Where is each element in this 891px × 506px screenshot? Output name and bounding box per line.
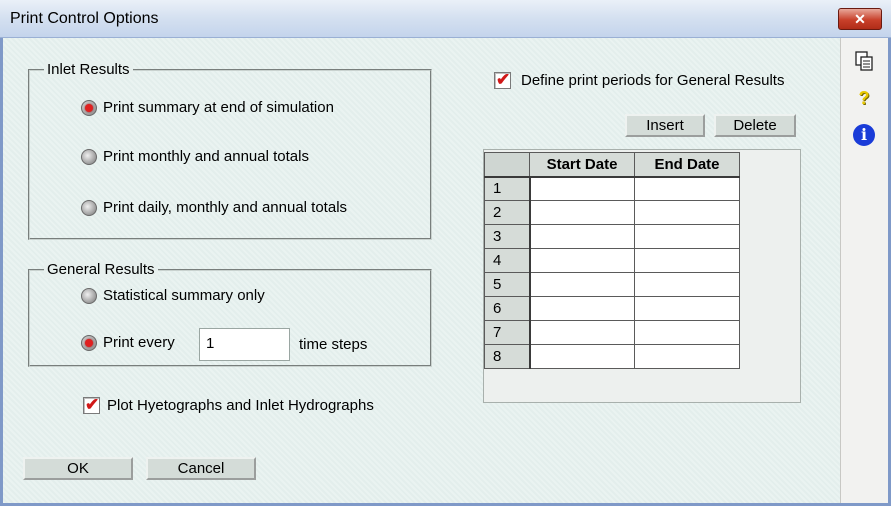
print-periods-grid: Start Date End Date 1 2 3 4 5 6 7 8	[483, 149, 801, 403]
help-icon[interactable]: ?	[848, 88, 880, 109]
row-header[interactable]: 5	[484, 272, 531, 297]
end-date-header[interactable]: End Date	[634, 152, 740, 178]
start-date-cell[interactable]	[529, 248, 635, 273]
radio-unselected-icon	[81, 148, 97, 165]
print-control-options-window: Print Control Options ✕ Inlet Results Pr…	[0, 0, 891, 506]
end-date-cell[interactable]	[634, 176, 740, 201]
start-date-cell[interactable]	[529, 272, 635, 297]
general-results-title: General Results	[44, 261, 158, 278]
end-date-cell[interactable]	[634, 224, 740, 249]
close-button[interactable]: ✕	[838, 8, 882, 30]
grid-corner[interactable]	[484, 152, 530, 178]
delete-button[interactable]: Delete	[714, 114, 796, 137]
checkmark-icon	[83, 395, 100, 415]
radio-print-every-label: Print every	[103, 334, 175, 351]
info-icon[interactable]: i	[848, 124, 880, 146]
radio-statistical-summary[interactable]: Statistical summary only	[81, 287, 265, 304]
start-date-cell[interactable]	[529, 224, 635, 249]
row-header[interactable]: 1	[484, 176, 531, 201]
radio-print-daily[interactable]: Print daily, monthly and annual totals	[81, 199, 347, 216]
ok-button[interactable]: OK	[23, 457, 133, 480]
radio-print-summary-label: Print summary at end of simulation	[103, 99, 334, 116]
checkmark-icon	[494, 70, 511, 90]
end-date-cell[interactable]	[634, 272, 740, 297]
table-header-row: Start Date End Date	[484, 152, 740, 178]
table-row: 8	[484, 344, 740, 369]
info-icon-glyph: i	[853, 124, 875, 146]
row-header[interactable]: 7	[484, 320, 531, 345]
define-print-periods-checkbox[interactable]: Define print periods for General Results	[494, 70, 785, 90]
table-row: 4	[484, 248, 740, 273]
title-bar[interactable]: Print Control Options ✕	[0, 0, 891, 38]
table-row: 6	[484, 296, 740, 321]
radio-statistical-summary-label: Statistical summary only	[103, 287, 265, 304]
start-date-cell[interactable]	[529, 176, 635, 201]
radio-selected-icon	[81, 334, 97, 351]
row-header[interactable]: 3	[484, 224, 531, 249]
start-date-cell[interactable]	[529, 344, 635, 369]
radio-print-summary[interactable]: Print summary at end of simulation	[81, 99, 334, 116]
row-header[interactable]: 6	[484, 296, 531, 321]
copy-icon[interactable]	[848, 50, 880, 74]
table-row: 1	[484, 176, 740, 201]
table-row: 2	[484, 200, 740, 225]
plot-hyetographs-label: Plot Hyetographs and Inlet Hydrographs	[107, 397, 374, 414]
radio-unselected-icon	[81, 199, 97, 216]
end-date-cell[interactable]	[634, 344, 740, 369]
start-date-header[interactable]: Start Date	[529, 152, 635, 178]
window-title: Print Control Options	[10, 10, 159, 27]
radio-print-monthly[interactable]: Print monthly and annual totals	[81, 148, 309, 165]
print-periods-table: Start Date End Date 1 2 3 4 5 6 7 8	[484, 152, 740, 369]
radio-print-every[interactable]: Print every	[81, 334, 175, 351]
radio-unselected-icon	[81, 287, 97, 304]
radio-print-daily-label: Print daily, monthly and annual totals	[103, 199, 348, 216]
table-row: 7	[484, 320, 740, 345]
radio-print-monthly-label: Print monthly and annual totals	[103, 148, 309, 165]
time-steps-label: time steps	[299, 336, 368, 353]
row-header[interactable]: 4	[484, 248, 531, 273]
inlet-results-title: Inlet Results	[44, 61, 133, 78]
end-date-cell[interactable]	[634, 248, 740, 273]
print-every-input[interactable]: 1	[199, 328, 290, 361]
end-date-cell[interactable]	[634, 320, 740, 345]
start-date-cell[interactable]	[529, 200, 635, 225]
row-header[interactable]: 8	[484, 344, 531, 369]
start-date-cell[interactable]	[529, 320, 635, 345]
table-row: 5	[484, 272, 740, 297]
row-header[interactable]: 2	[484, 200, 531, 225]
cancel-button[interactable]: Cancel	[146, 457, 256, 480]
end-date-cell[interactable]	[634, 200, 740, 225]
insert-button[interactable]: Insert	[625, 114, 705, 137]
radio-selected-icon	[81, 99, 97, 116]
start-date-cell[interactable]	[529, 296, 635, 321]
table-row: 3	[484, 224, 740, 249]
end-date-cell[interactable]	[634, 296, 740, 321]
define-print-periods-label: Define print periods for General Results	[521, 72, 785, 89]
plot-hyetographs-checkbox[interactable]: Plot Hyetographs and Inlet Hydrographs	[83, 395, 374, 415]
